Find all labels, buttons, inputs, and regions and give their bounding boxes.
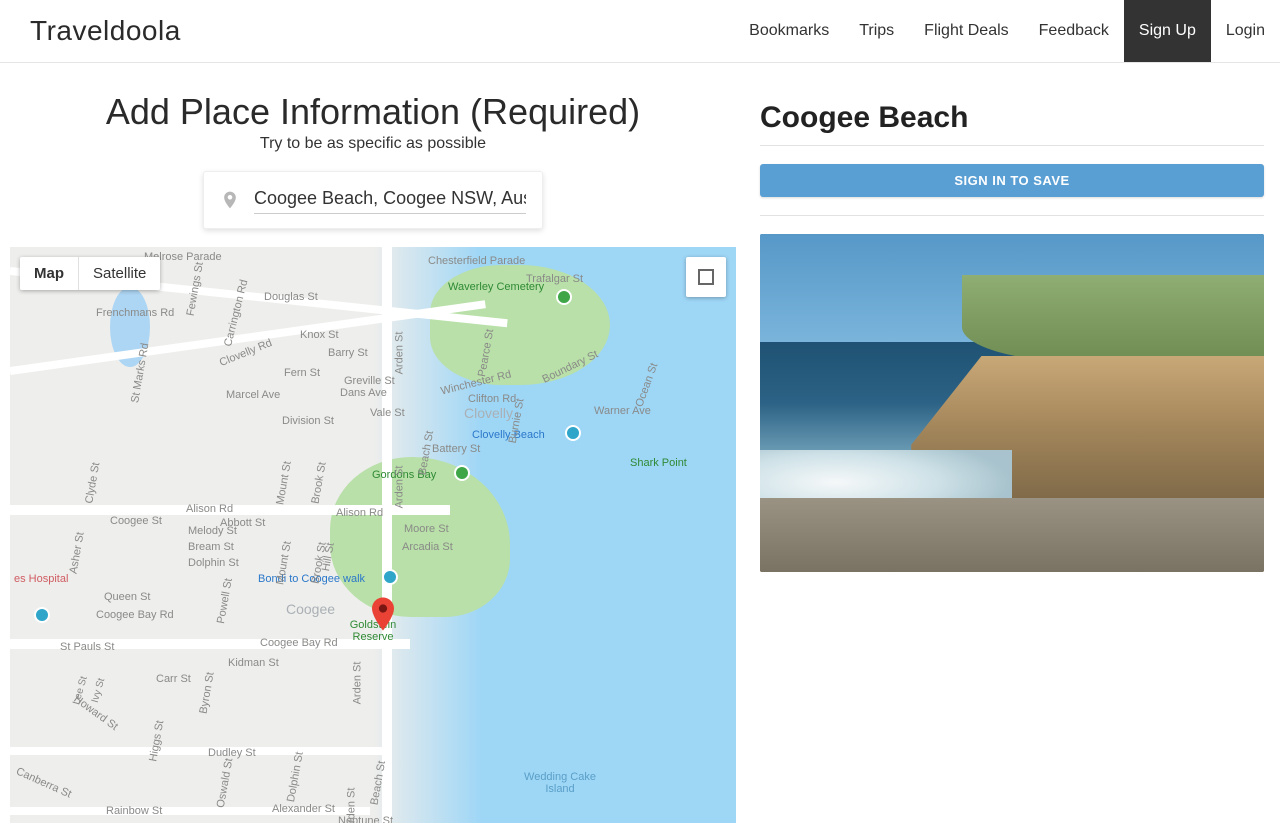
road-warner: Warner Ave <box>594 405 651 417</box>
map-label-hospital: es Hospital <box>14 573 68 585</box>
road-knox: Knox St <box>300 329 339 341</box>
map-type-switcher: Map Satellite <box>20 257 160 290</box>
road-kidman: Kidman St <box>228 657 279 669</box>
road-arcadia: Arcadia St <box>402 541 453 553</box>
top-nav: Bookmarks Trips Flight Deals Feedback Si… <box>734 0 1280 62</box>
road-arden: Arden St <box>393 332 405 375</box>
road-arden-3: Arden St <box>351 662 363 705</box>
map-label-coogee: Coogee <box>286 601 335 617</box>
road-douglas: Douglas St <box>264 291 318 303</box>
road-vale: Vale St <box>370 407 405 419</box>
road-dolphin: Dolphin St <box>188 557 239 569</box>
place-search-input[interactable] <box>254 186 526 214</box>
page-subtitle: Try to be as specific as possible <box>10 135 736 153</box>
place-search-card <box>203 171 543 229</box>
road-chesterfield: Chesterfield Parade <box>428 255 525 267</box>
map-type-map[interactable]: Map <box>20 257 78 290</box>
page-title: Add Place Information (Required) <box>10 91 736 133</box>
road-trafalgar: Trafalgar St <box>526 273 583 285</box>
map-type-satellite[interactable]: Satellite <box>78 257 160 290</box>
road-alison: Alison Rd <box>186 503 233 515</box>
nav-feedback[interactable]: Feedback <box>1024 0 1124 62</box>
road-coogee-st: Coogee St <box>110 515 162 527</box>
road-frenchmans: Frenchmans Rd <box>96 307 174 319</box>
road-battery: Battery St <box>432 443 480 455</box>
place-title: Coogee Beach <box>760 101 1264 146</box>
nav-login[interactable]: Login <box>1211 0 1280 62</box>
road-queen: Queen St <box>104 591 150 603</box>
road-dans: Dans Ave <box>340 387 387 399</box>
road-rainbow: Rainbow St <box>106 805 162 817</box>
map[interactable]: Clovelly Coogee Clovelly Beach Shark Poi… <box>10 247 736 823</box>
poi-clovelly-beach-icon <box>565 425 581 441</box>
road-arden-2: Arden St <box>393 466 405 509</box>
nav-trips[interactable]: Trips <box>844 0 909 62</box>
nav-bookmarks[interactable]: Bookmarks <box>734 0 844 62</box>
road-alison-2: Alison Rd <box>336 507 383 519</box>
fullscreen-icon <box>698 269 714 285</box>
road-division: Division St <box>282 415 334 427</box>
poi-waverley-icon <box>556 289 572 305</box>
road-neptune: Neptune St <box>338 815 393 823</box>
nav-signup[interactable]: Sign Up <box>1124 0 1211 62</box>
map-label-clovelly: Clovelly <box>464 405 513 421</box>
road-alexander: Alexander St <box>272 803 335 815</box>
road-coogee-bay: Coogee Bay Rd <box>96 609 174 621</box>
road-coogee-bay-2: Coogee Bay Rd <box>260 637 338 649</box>
map-pin-icon <box>220 187 240 213</box>
road-st-pauls: St Pauls St <box>60 641 114 653</box>
poi-gordons-bay-icon <box>454 465 470 481</box>
nav-flight-deals[interactable]: Flight Deals <box>909 0 1023 62</box>
map-marker-icon <box>372 597 394 631</box>
map-label-wedding-cake: Wedding Cake Island <box>520 771 600 795</box>
road-moore: Moore St <box>404 523 449 535</box>
road-fern: Fern St <box>284 367 320 379</box>
map-label-shark-point: Shark Point <box>630 457 687 469</box>
road-melody: Melody St <box>188 525 237 537</box>
road-dudley: Dudley St <box>208 747 256 759</box>
road-marcel: Marcel Ave <box>226 389 280 401</box>
poi-bondi-walk-icon <box>382 569 398 585</box>
place-hero-image <box>760 234 1264 572</box>
map-fullscreen-button[interactable] <box>686 257 726 297</box>
brand-logo[interactable]: Traveldoola <box>30 15 181 47</box>
road-barry: Barry St <box>328 347 368 359</box>
road-clifton: Clifton Rd <box>468 393 516 405</box>
road-greville: Greville St <box>344 375 395 387</box>
road-carr: Carr St <box>156 673 191 685</box>
poi-generic-icon <box>34 607 50 623</box>
road-bream: Bream St <box>188 541 234 553</box>
sign-in-to-save-button[interactable]: SIGN IN TO SAVE <box>760 164 1264 197</box>
